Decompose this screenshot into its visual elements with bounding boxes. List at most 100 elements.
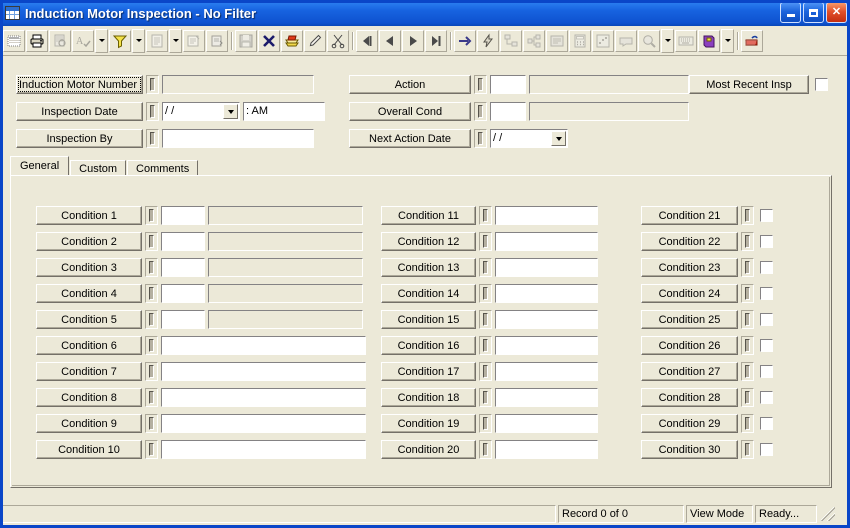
edit-pencil-icon[interactable] [304,29,326,52]
filter-dropdown-arrow[interactable] [132,28,145,53]
condition-30-indicator[interactable] [741,440,754,459]
condition-15-label-button[interactable]: Condition 15 [381,310,476,329]
condition-6-label-button[interactable]: Condition 6 [36,336,142,355]
condition-27-indicator[interactable] [741,362,754,381]
spell-check-dropdown-arrow[interactable] [95,28,108,53]
condition-27-checkbox[interactable] [760,365,773,378]
condition-16-input[interactable] [495,336,598,355]
new-record-dropdown-arrow[interactable] [169,28,182,53]
resize-grip[interactable] [821,507,835,521]
condition-21-checkbox[interactable] [760,209,773,222]
condition-30-label-button[interactable]: Condition 30 [641,440,738,459]
previous-record-icon[interactable] [379,29,401,52]
action-label-button[interactable]: Action [349,75,471,94]
condition-17-indicator[interactable] [479,362,492,381]
condition-29-indicator[interactable] [741,414,754,433]
condition-14-indicator[interactable] [479,284,492,303]
spell-check-icon[interactable]: A [72,29,94,52]
condition-26-checkbox[interactable] [760,339,773,352]
condition-6-indicator[interactable] [145,336,158,355]
condition-4-description-input[interactable] [208,284,363,303]
condition-25-checkbox[interactable] [760,313,773,326]
condition-4-code-input[interactable] [161,284,205,303]
inspection-time-input[interactable]: : AM [243,102,325,121]
goto-icon[interactable] [454,29,476,52]
condition-19-indicator[interactable] [479,414,492,433]
condition-24-indicator[interactable] [741,284,754,303]
condition-22-label-button[interactable]: Condition 22 [641,232,738,251]
inspection-by-label-button[interactable]: Inspection By [16,129,143,148]
search-magnifier-icon[interactable] [638,29,660,52]
next-record-icon[interactable] [402,29,424,52]
induction-motor-number-indicator[interactable] [146,75,159,94]
chevron-down-icon[interactable] [551,131,566,146]
list-icon[interactable] [546,29,568,52]
condition-17-label-button[interactable]: Condition 17 [381,362,476,381]
overall-cond-indicator[interactable] [474,102,487,121]
inspection-date-label-button[interactable]: Inspection Date [16,102,143,121]
condition-15-input[interactable] [495,310,598,329]
condition-25-label-button[interactable]: Condition 25 [641,310,738,329]
condition-9-input[interactable] [161,414,366,433]
tab-general[interactable]: General [10,156,70,175]
action-description-input[interactable] [529,75,689,94]
new-record-icon[interactable] [146,29,168,52]
condition-5-code-input[interactable] [161,310,205,329]
calculator-icon[interactable] [569,29,591,52]
inspection-by-input[interactable] [162,129,314,148]
condition-6-input[interactable] [161,336,366,355]
scatter-icon[interactable] [592,29,614,52]
condition-3-description-input[interactable] [208,258,363,277]
condition-29-checkbox[interactable] [760,417,773,430]
overall-cond-code-input[interactable] [490,102,526,121]
condition-25-indicator[interactable] [741,310,754,329]
condition-18-label-button[interactable]: Condition 18 [381,388,476,407]
lightning-icon[interactable] [477,29,499,52]
export-icon[interactable] [741,29,763,52]
condition-18-indicator[interactable] [479,388,492,407]
condition-7-input[interactable] [161,362,366,381]
condition-7-label-button[interactable]: Condition 7 [36,362,142,381]
condition-1-label-button[interactable]: Condition 1 [36,206,142,225]
condition-11-label-button[interactable]: Condition 11 [381,206,476,225]
condition-20-indicator[interactable] [479,440,492,459]
print-preview-icon[interactable] [49,29,71,52]
condition-10-label-button[interactable]: Condition 10 [36,440,142,459]
condition-21-label-button[interactable]: Condition 21 [641,206,738,225]
condition-28-checkbox[interactable] [760,391,773,404]
condition-2-code-input[interactable] [161,232,205,251]
condition-11-input[interactable] [495,206,598,225]
condition-17-input[interactable] [495,362,598,381]
properties-icon[interactable] [183,29,205,52]
condition-12-input[interactable] [495,232,598,251]
help-dropdown-arrow[interactable] [721,28,734,53]
condition-16-label-button[interactable]: Condition 16 [381,336,476,355]
condition-24-checkbox[interactable] [760,287,773,300]
condition-3-code-input[interactable] [161,258,205,277]
condition-23-checkbox[interactable] [760,261,773,274]
condition-12-label-button[interactable]: Condition 12 [381,232,476,251]
condition-26-indicator[interactable] [741,336,754,355]
condition-20-input[interactable] [495,440,598,459]
note-icon[interactable] [615,29,637,52]
condition-8-indicator[interactable] [145,388,158,407]
condition-11-indicator[interactable] [479,206,492,225]
condition-29-label-button[interactable]: Condition 29 [641,414,738,433]
condition-5-label-button[interactable]: Condition 5 [36,310,142,329]
inspection-date-combo[interactable]: / / [162,102,240,121]
condition-26-label-button[interactable]: Condition 26 [641,336,738,355]
overall-cond-description-input[interactable] [529,102,689,121]
condition-1-code-input[interactable] [161,206,205,225]
condition-21-indicator[interactable] [741,206,754,225]
refresh-icon[interactable] [206,29,228,52]
condition-18-input[interactable] [495,388,598,407]
condition-8-label-button[interactable]: Condition 8 [36,388,142,407]
filter-icon[interactable] [109,29,131,52]
condition-2-label-button[interactable]: Condition 2 [36,232,142,251]
induction-motor-number-label-button[interactable]: Induction Motor Number [16,75,143,94]
condition-4-label-button[interactable]: Condition 4 [36,284,142,303]
condition-23-label-button[interactable]: Condition 23 [641,258,738,277]
undo-icon[interactable] [281,29,303,52]
last-record-icon[interactable] [425,29,447,52]
save-icon[interactable] [235,29,257,52]
